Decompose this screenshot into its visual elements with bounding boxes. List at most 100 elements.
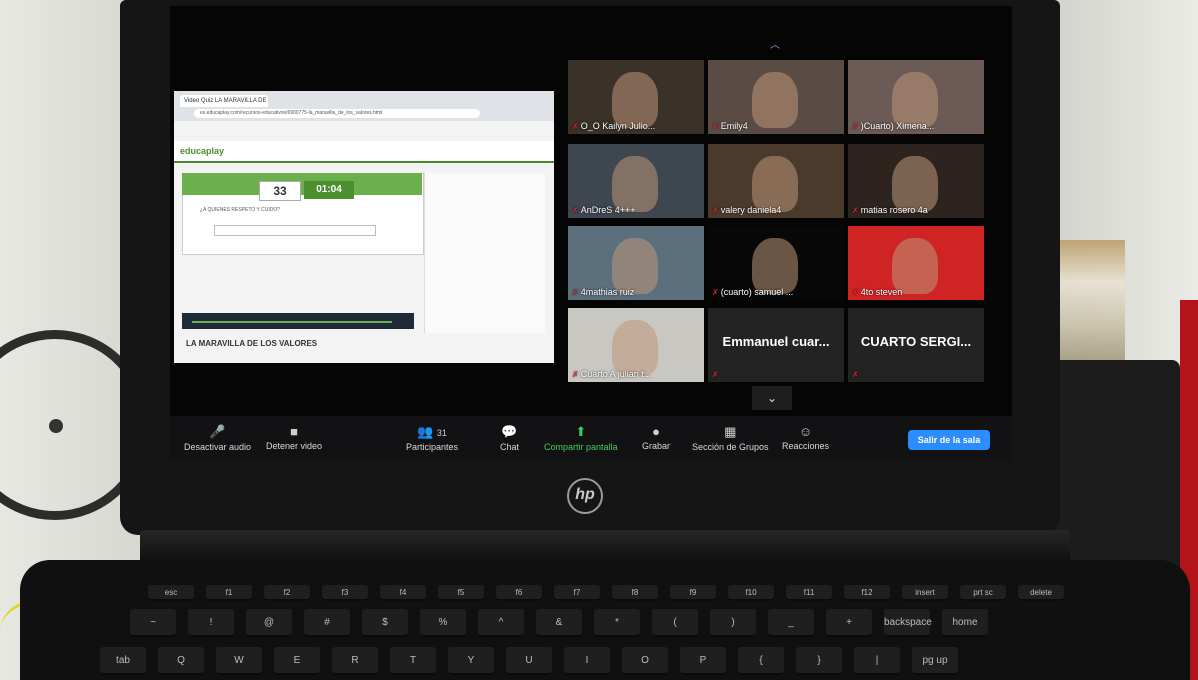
- participant-tile[interactable]: ✗ Cuarto A julian t...: [568, 308, 704, 382]
- participant-tile[interactable]: Emmanuel cuar... ✗: [708, 308, 844, 382]
- keyboard-key[interactable]: backspace: [884, 609, 932, 637]
- participant-name: 4to steven: [860, 287, 903, 297]
- participant-tile[interactable]: ✗ 4to steven: [848, 226, 984, 300]
- keyboard-key[interactable]: E: [274, 647, 320, 675]
- keyboard-key[interactable]: ): [710, 609, 756, 637]
- participant-name: Cuarto A julian t...: [580, 369, 652, 379]
- keyboard-key[interactable]: Y: [448, 647, 494, 675]
- laptop-hinge: [140, 530, 1070, 564]
- keyboard-key[interactable]: P: [680, 647, 726, 675]
- keyboard-key[interactable]: (: [652, 609, 698, 637]
- keyboard-key[interactable]: f9: [670, 585, 716, 601]
- participants-button[interactable]: 👥 31 Participantes: [406, 424, 458, 452]
- participant-display-name: Emmanuel cuar...: [722, 334, 830, 349]
- participant-name-label: ✗ (cuarto) samuel ...: [712, 287, 793, 297]
- muted-mic-icon: ✗: [572, 206, 579, 215]
- keyboard-key[interactable]: esc: [148, 585, 194, 601]
- keyboard-key[interactable]: home: [942, 609, 988, 637]
- muted-mic-icon: ✗: [852, 206, 859, 215]
- keyboard-key[interactable]: I: [564, 647, 610, 675]
- keyboard-key[interactable]: @: [246, 609, 292, 637]
- keyboard-key[interactable]: f3: [322, 585, 368, 601]
- participant-name-label: ✗ AnDreS 4+++: [572, 205, 636, 215]
- breakout-rooms-button[interactable]: ▦ Sección de Grupos: [692, 424, 769, 452]
- keyboard-key[interactable]: {: [738, 647, 784, 675]
- participant-video: [612, 156, 658, 212]
- keyboard-key[interactable]: O: [622, 647, 668, 675]
- keyboard-key[interactable]: insert: [902, 585, 948, 601]
- mute-button[interactable]: 🎤 Desactivar audio: [184, 424, 251, 452]
- participants-icon: 👥 31: [417, 424, 447, 439]
- keyboard-key[interactable]: f7: [554, 585, 600, 601]
- keyboard-key[interactable]: f6: [496, 585, 542, 601]
- address-bar[interactable]: es.educaplay.com/recursos-educativos/690…: [194, 109, 480, 118]
- keyboard-key[interactable]: f5: [438, 585, 484, 601]
- keyboard-key[interactable]: R: [332, 647, 378, 675]
- keyboard-key[interactable]: ^: [478, 609, 524, 637]
- keyboard-key[interactable]: T: [390, 647, 436, 675]
- chevron-up-icon[interactable]: ︿: [770, 36, 780, 51]
- keyboard-key[interactable]: delete: [1018, 585, 1064, 601]
- participant-name-label: ✗ Cuarto A julian t...: [572, 369, 651, 379]
- keyboard-key[interactable]: $: [362, 609, 408, 637]
- stop-video-button[interactable]: ■ Detener video: [266, 424, 322, 451]
- muted-mic-icon: ✗: [712, 288, 719, 297]
- keyboard-key[interactable]: f12: [844, 585, 890, 601]
- participant-name-label: ✗ 4to steven: [852, 287, 902, 297]
- shared-browser-window[interactable]: Video Quiz LA MARAVILLA DE L... es.educa…: [174, 91, 554, 363]
- participant-name: Emily4: [720, 121, 748, 131]
- video-label: Detener video: [266, 441, 323, 451]
- participant-name: O_O Kailyn Julio...: [580, 121, 656, 131]
- participant-tile[interactable]: ✗ AnDreS 4+++: [568, 144, 704, 218]
- reactions-button[interactable]: ☺ Reacciones: [782, 424, 829, 451]
- share-screen-icon: ⬆: [575, 424, 587, 439]
- keyboard-key[interactable]: f2: [264, 585, 310, 601]
- muted-mic-icon: ✗: [852, 370, 859, 379]
- keyboard-key[interactable]: }: [796, 647, 842, 675]
- keyboard-key[interactable]: pg up: [912, 647, 958, 675]
- participant-tile[interactable]: ✗ valery daniela4: [708, 144, 844, 218]
- chat-button[interactable]: 💬 Chat: [500, 424, 519, 452]
- participants-label: Participantes: [406, 442, 459, 452]
- keyboard-key[interactable]: #: [304, 609, 350, 637]
- participant-name-label: ✗ Emily4: [712, 121, 748, 131]
- keyboard-key[interactable]: f1: [206, 585, 252, 601]
- participant-tile[interactable]: CUARTO SERGI... ✗: [848, 308, 984, 382]
- participant-tile[interactable]: ✗ Emily4: [708, 60, 844, 134]
- keyboard-key[interactable]: !: [188, 609, 234, 637]
- keyboard-key[interactable]: prt sc: [960, 585, 1006, 601]
- participant-tile[interactable]: ✗ 4mathias ruiz: [568, 226, 704, 300]
- participant-tile[interactable]: ✗ O_O Kailyn Julio...: [568, 60, 704, 134]
- keyboard-key[interactable]: W: [216, 647, 262, 675]
- share-label: Compartir pantalla: [544, 442, 618, 452]
- keyboard-key[interactable]: |: [854, 647, 900, 675]
- participant-tile[interactable]: ✗ (cuarto) samuel ...: [708, 226, 844, 300]
- share-screen-button[interactable]: ⬆ Compartir pantalla: [544, 424, 618, 452]
- browser-tab[interactable]: Video Quiz LA MARAVILLA DE L...: [180, 95, 268, 107]
- record-icon: ●: [652, 424, 660, 439]
- participant-tile[interactable]: ✗)Cuarto) Ximena...: [848, 60, 984, 134]
- site-logo[interactable]: educaplay: [180, 146, 224, 156]
- keyboard-key[interactable]: f4: [380, 585, 426, 601]
- keyboard-key[interactable]: +: [826, 609, 872, 637]
- leave-room-button[interactable]: Salir de la sala: [908, 430, 990, 450]
- keyboard-key[interactable]: _: [768, 609, 814, 637]
- chevron-down-icon[interactable]: ⌄: [752, 386, 792, 410]
- keyboard-key[interactable]: %: [420, 609, 466, 637]
- keyboard-key[interactable]: Q: [158, 647, 204, 675]
- record-button[interactable]: ● Grabar: [642, 424, 670, 451]
- keyboard-key[interactable]: f11: [786, 585, 832, 601]
- video-progress[interactable]: [192, 321, 392, 323]
- keyboard-key[interactable]: U: [506, 647, 552, 675]
- answer-input[interactable]: [214, 225, 376, 236]
- score-display: 33: [259, 181, 301, 201]
- keyboard-key[interactable]: tab: [100, 647, 146, 675]
- keyboard-key[interactable]: &: [536, 609, 582, 637]
- keyboard-key[interactable]: f8: [612, 585, 658, 601]
- participant-tile[interactable]: ✗ matias rosero 4a: [848, 144, 984, 218]
- participant-video: [892, 156, 938, 212]
- keyboard-key[interactable]: f10: [728, 585, 774, 601]
- mute-label: Desactivar audio: [184, 442, 252, 452]
- keyboard-key[interactable]: *: [594, 609, 640, 637]
- keyboard-key[interactable]: ~: [130, 609, 176, 637]
